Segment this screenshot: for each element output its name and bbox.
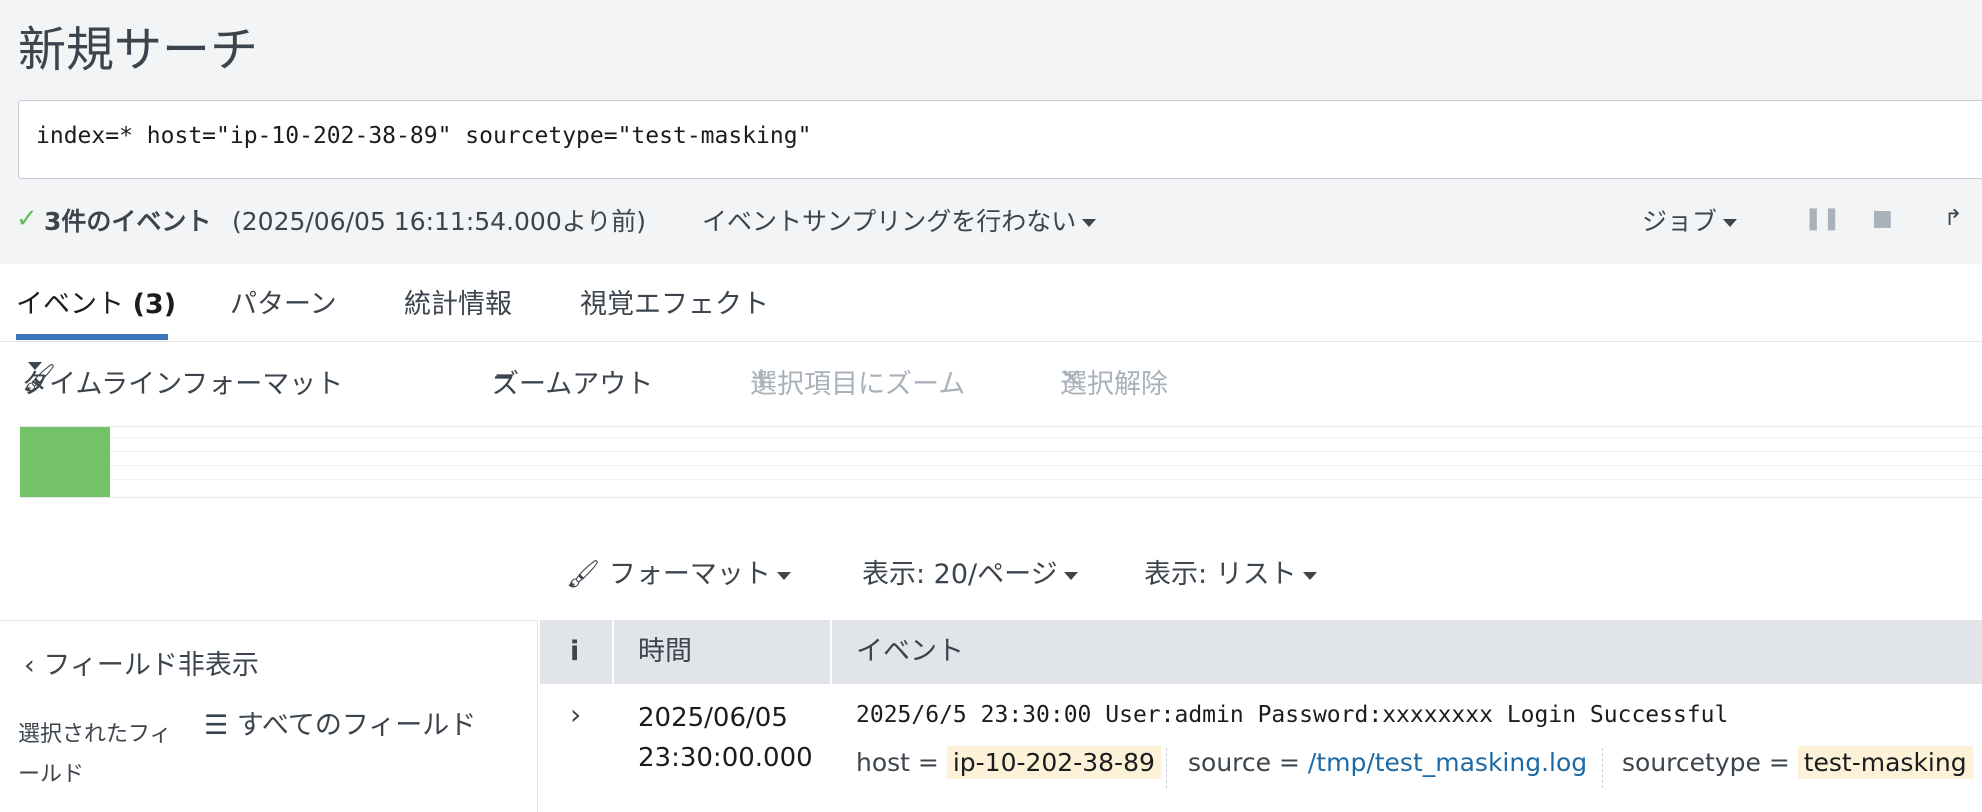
page-title: 新規サーチ (18, 22, 259, 78)
search-query-text[interactable]: index=* host="ip-10-202-38-89" sourcetyp… (36, 123, 811, 149)
chevron-down-icon (1723, 219, 1738, 227)
source-value[interactable]: /tmp/test_masking.log (1308, 748, 1587, 777)
timeline-gridline (110, 437, 1982, 438)
fields-sidebar: ‹ フィールド非表示 選択されたフィールド ☰ すべてのフィールド (0, 620, 538, 812)
timeline-chart[interactable] (20, 426, 1982, 498)
timeline-gridline (110, 465, 1982, 466)
field-divider (1602, 748, 1603, 788)
results-tabs: イベント (3) パターン 統計情報 視覚エフェクト (0, 264, 1982, 342)
host-key: host = (856, 748, 939, 777)
list-icon: ☰ (204, 710, 229, 741)
active-tab-indicator (16, 334, 168, 340)
chevron-down-icon (28, 362, 42, 370)
deselect-label: 選択解除 (1060, 369, 1168, 400)
job-dropdown[interactable]: ジョブ (1642, 202, 1738, 238)
event-raw: 2025/6/5 23:30:00 User:admin Password:xx… (856, 702, 1729, 728)
time-column-header[interactable]: 時間 (638, 620, 692, 684)
table-row: › 2025/06/05 23:30:00.000 2025/6/5 23:30… (540, 684, 1982, 812)
events-content: 🖌 タイムラインフォーマット − ズームアウト + 選択項目にズーム × 選択解除 🖌 … (0, 342, 1982, 812)
sourcetype-value[interactable]: test-masking (1797, 746, 1973, 779)
view-dropdown[interactable]: 表示: リスト (1144, 552, 1317, 591)
all-fields-label: すべてのフィールド (236, 710, 477, 741)
search-input[interactable]: index=* host="ip-10-202-38-89" sourcetyp… (18, 100, 1982, 179)
sampling-dropdown[interactable]: イベントサンプリングを行わない (702, 202, 1097, 238)
chevron-left-icon: ‹ (24, 650, 35, 681)
timeline-bar[interactable] (20, 427, 110, 497)
per-page-label: 表示: 20/ページ (862, 559, 1058, 590)
event-time: 2025/06/05 23:30:00.000 (638, 698, 813, 778)
event-since: (2025/06/05 16:11:54.000より前) (232, 207, 646, 236)
table-header: i 時間 イベント (540, 620, 1982, 684)
chevron-down-icon (1302, 571, 1317, 580)
zoom-selection-label: 選択項目にズーム (750, 369, 966, 400)
column-divider (830, 620, 832, 684)
timeline-gridline (110, 479, 1982, 480)
source-key: source = (1188, 748, 1300, 777)
all-fields-button[interactable]: ☰ すべてのフィールド (204, 703, 476, 742)
chevron-down-icon (776, 571, 791, 580)
view-label: 表示: リスト (1144, 559, 1297, 590)
tab-events-count: (3) (132, 289, 177, 320)
column-divider (612, 620, 614, 684)
job-status-bar: ✓ 3件のイベント (2025/06/05 16:11:54.000より前) イ… (16, 202, 1982, 238)
tab-events-label: イベント (16, 289, 124, 320)
event-column-header[interactable]: イベント (856, 620, 964, 684)
tab-patterns[interactable]: パターン (230, 282, 337, 321)
selected-fields-heading: 選択されたフィールド (18, 722, 172, 787)
event-date: 2025/06/05 (638, 703, 788, 733)
sourcetype-key: sourcetype = (1622, 748, 1790, 777)
sampling-label: イベントサンプリングを行わない (702, 207, 1077, 236)
stop-icon[interactable]: ■ (1872, 206, 1893, 231)
tab-statistics[interactable]: 統計情報 (404, 282, 512, 321)
results-format-label: フォーマット (608, 559, 771, 590)
tab-events[interactable]: イベント (3) (16, 282, 176, 321)
hide-fields-button[interactable]: ‹ フィールド非表示 (24, 643, 259, 682)
host-value[interactable]: ip-10-202-38-89 (946, 746, 1161, 779)
field-divider (1166, 748, 1167, 788)
job-label: ジョブ (1642, 207, 1718, 236)
chevron-down-icon (1063, 571, 1078, 580)
chevron-right-icon[interactable]: › (570, 698, 581, 731)
info-column-header[interactable]: i (570, 620, 579, 684)
event-count: 3件のイベント (44, 207, 212, 236)
pause-icon[interactable]: ❚❚ (1804, 206, 1841, 231)
brush-icon: 🖌 (566, 559, 601, 590)
zoom-out-label: ズームアウト (492, 369, 654, 400)
share-icon[interactable]: ↱ (1944, 206, 1962, 231)
event-timestamp: 23:30:00.000 (638, 743, 813, 773)
hide-fields-label: フィールド非表示 (43, 650, 259, 681)
per-page-dropdown[interactable]: 表示: 20/ページ (862, 552, 1078, 591)
chevron-down-icon (1082, 219, 1097, 227)
results-format-button[interactable]: 🖌 フォーマット (566, 552, 791, 591)
timeline-format-label: タイムラインフォーマット (22, 369, 344, 400)
tab-visualization[interactable]: 視覚エフェクト (580, 282, 769, 321)
check-icon: ✓ (16, 204, 38, 234)
timeline-gridline (110, 451, 1982, 452)
